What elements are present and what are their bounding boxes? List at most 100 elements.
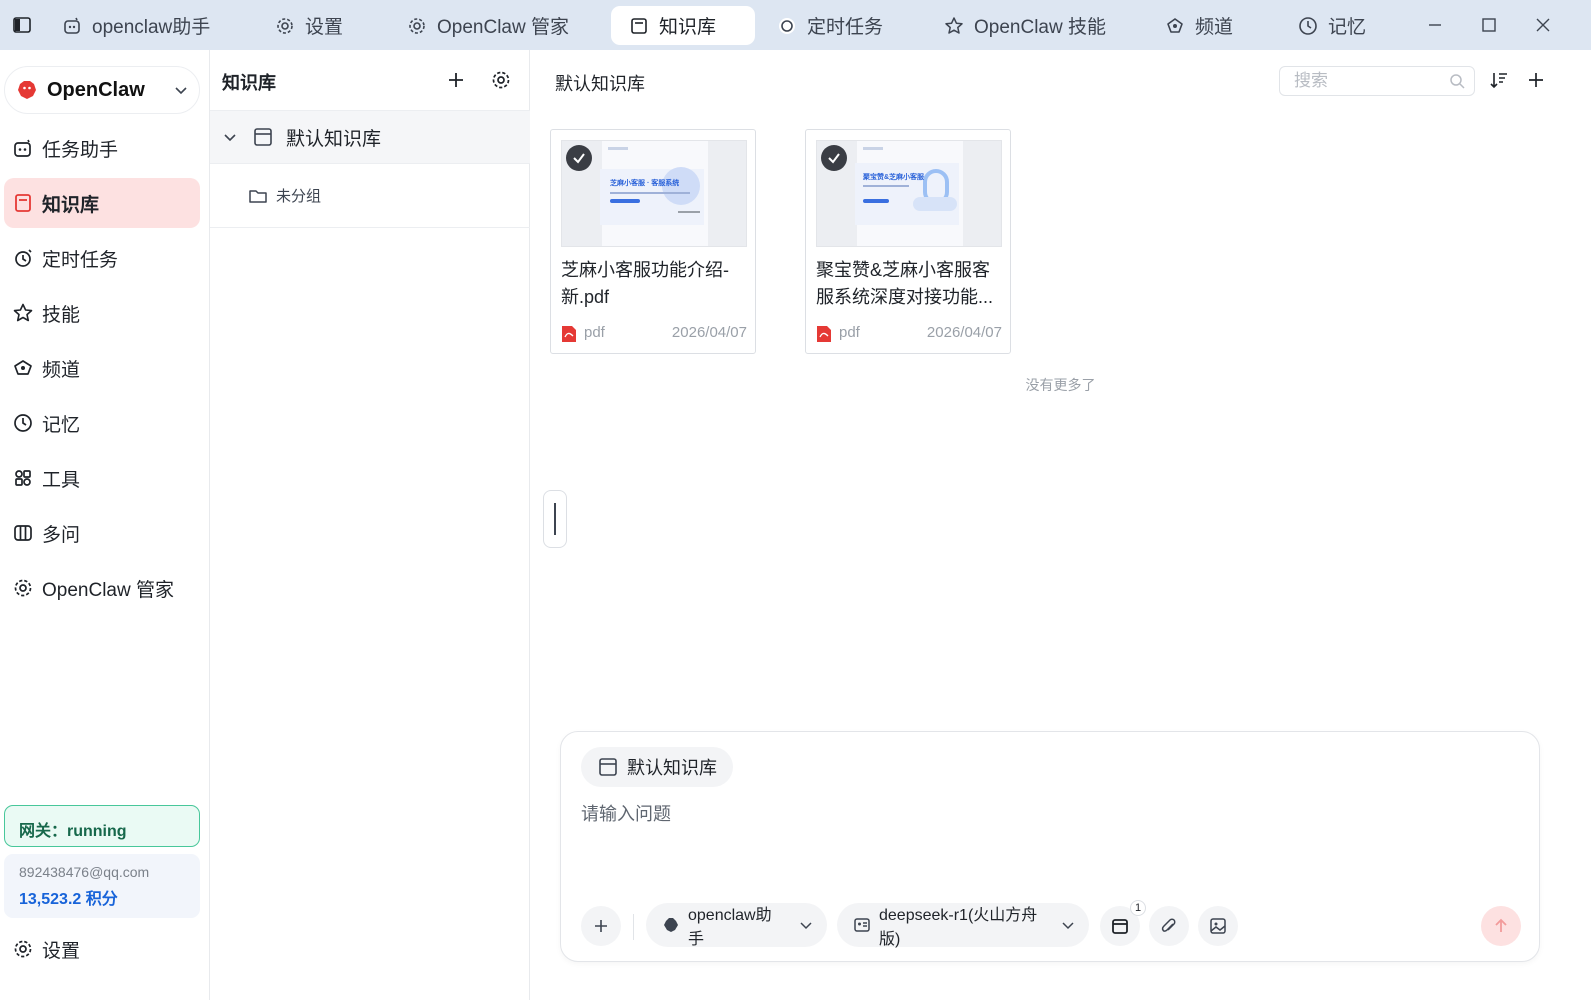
sidebar-item-label: 设置 [42,940,81,962]
sidebar-item-tools[interactable]: 工具 [4,453,200,503]
sidebar-item-label: 多问 [42,524,81,546]
kb-tree-item-ungrouped[interactable]: 未分组 [210,164,530,228]
channel-icon [1165,16,1185,36]
add-attachment-button[interactable] [581,906,621,946]
selected-knowledge-base-chip[interactable]: 默认知识库 [581,747,733,787]
thumbnail-title: 聚宝赞&芝麻小客服 [863,174,925,181]
book-icon [252,126,274,148]
tab-memory[interactable]: 记忆 [1298,6,1366,45]
main-content: 默认知识库 芝麻小客服 · 客服系统 芝麻小客服功能介绍- [530,50,1591,1000]
file-thumbnail: 芝麻小客服 · 客服系统 [561,140,747,247]
knowledge-base-settings-icon[interactable] [490,69,512,91]
file-type: pdf [839,324,860,341]
search-input[interactable] [1280,67,1440,95]
add-knowledge-base-button[interactable] [445,69,467,91]
gear-icon [407,16,427,36]
sidebar-item-label: 任务助手 [42,139,119,161]
model-icon [853,916,871,934]
sidebar-item-skills[interactable]: 技能 [4,288,200,338]
panel-resize-handle[interactable] [543,490,567,548]
kb-tree-item-default[interactable]: 默认知识库 [210,110,530,164]
gear-icon [275,16,295,36]
tab-scheduled-tasks[interactable]: 定时任务 [777,6,883,45]
tools-icon [12,467,34,489]
agent-selector[interactable]: openclaw助手 [646,903,827,948]
page-title: 默认知识库 [555,74,645,94]
tab-label: 设置 [305,17,344,38]
chat-composer: 默认知识库 openclaw助手 deepseek-r1(火山方舟版) [560,731,1540,962]
tab-label: 定时任务 [807,17,884,38]
selected-check-icon[interactable] [566,145,592,171]
sidebar-item-multi-ask[interactable]: 多问 [4,508,200,558]
openclaw-logo-icon [662,916,680,934]
title-bar: openclaw助手 设置 OpenClaw 管家 知识库 定时任务 OpenC… [0,0,1591,50]
sidebar-item-knowledge-base[interactable]: 知识库 [4,178,200,228]
chevron-down-icon[interactable] [222,129,238,145]
tab-knowledge-base[interactable]: 知识库 [611,6,755,45]
sidebar-item-label: OpenClaw 管家 [42,579,174,601]
sidebar-item-label: 知识库 [42,194,100,216]
clock-icon [12,412,34,434]
add-file-button[interactable] [1525,69,1547,91]
tab-label: 记忆 [1328,17,1367,38]
kb-tree-label: 未分组 [276,188,322,205]
paperclip-icon[interactable] [1149,906,1189,946]
account-card[interactable]: 892438476@qq.com 13,523.2 积分 [4,854,200,918]
sidebar-item-openclaw-manager[interactable]: OpenClaw 管家 [4,563,200,613]
thumbnail-title: 芝麻小客服 · 客服系统 [610,180,680,187]
channel-icon [12,357,34,379]
sidebar-item-label: 频道 [42,359,81,381]
image-upload-icon[interactable] [1198,906,1238,946]
gateway-status-badge: 网关：running [4,805,200,847]
sidebar-item-memory[interactable]: 记忆 [4,398,200,448]
tab-channels[interactable]: 频道 [1165,6,1233,45]
tab-label: OpenClaw 技能 [974,17,1106,38]
tab-openclaw-skills[interactable]: OpenClaw 技能 [944,6,1106,45]
sidebar-toggle-icon[interactable] [12,15,32,35]
sort-icon[interactable] [1488,69,1510,91]
brand-name: OpenClaw [47,78,145,101]
sidebar-item-label: 定时任务 [42,249,119,271]
send-button[interactable] [1481,906,1521,946]
sidebar-item-settings[interactable]: 设置 [4,924,200,974]
sidebar: OpenClaw 任务助手 知识库 定时任务 技能 频道 记忆 工具 多问 Op… [0,50,210,1000]
circle-icon [777,16,797,36]
knowledge-base-button[interactable]: 1 [1100,900,1146,946]
sidebar-item-task-assistant[interactable]: 任务助手 [4,123,200,173]
kb-count-badge: 1 [1130,900,1146,916]
agent-label: openclaw助手 [688,907,772,948]
no-more-text: 没有更多了 [1025,377,1096,393]
folder-icon [248,186,268,206]
file-name: 芝麻小客服功能介绍-新.pdf [561,260,729,307]
gear-icon [12,577,34,599]
tab-settings[interactable]: 设置 [275,6,343,45]
kb-tree-label: 默认知识库 [286,128,382,150]
file-card[interactable]: 聚宝赞&芝麻小客服 聚宝赞&芝麻小客服客服系统深度对接功能... pdf 202… [805,129,1011,354]
brand-switcher[interactable]: OpenClaw [4,66,200,114]
search-box [1279,66,1475,96]
chevron-down-icon [1061,918,1075,932]
bot-icon [12,137,34,159]
search-icon[interactable] [1449,73,1466,90]
chevron-down-icon [799,918,813,932]
sidebar-item-channels[interactable]: 频道 [4,343,200,393]
columns-icon [12,522,34,544]
model-selector[interactable]: deepseek-r1(火山方舟版) [837,903,1089,948]
tab-label: OpenClaw 管家 [437,17,569,38]
tab-openclaw-manager[interactable]: OpenClaw 管家 [407,6,569,45]
tab-openclaw-assistant[interactable]: openclaw助手 [62,6,210,45]
maximize-icon[interactable] [1478,14,1500,36]
gear-icon [12,938,34,960]
selected-check-icon[interactable] [821,145,847,171]
clock-icon [1298,16,1318,36]
file-thumbnail: 聚宝赞&芝麻小客服 [816,140,1002,247]
minimize-icon[interactable] [1424,14,1446,36]
sidebar-item-label: 工具 [42,469,81,491]
sidebar-item-scheduled-tasks[interactable]: 定时任务 [4,233,200,283]
question-input[interactable] [581,802,1511,826]
file-card[interactable]: 芝麻小客服 · 客服系统 芝麻小客服功能介绍-新.pdf pdf 2026/04… [550,129,756,354]
pdf-file-icon [561,325,577,343]
account-points: 13,523.2 积分 [19,891,118,908]
file-meta: pdf 2026/04/07 [561,324,747,344]
close-icon[interactable] [1532,14,1554,36]
